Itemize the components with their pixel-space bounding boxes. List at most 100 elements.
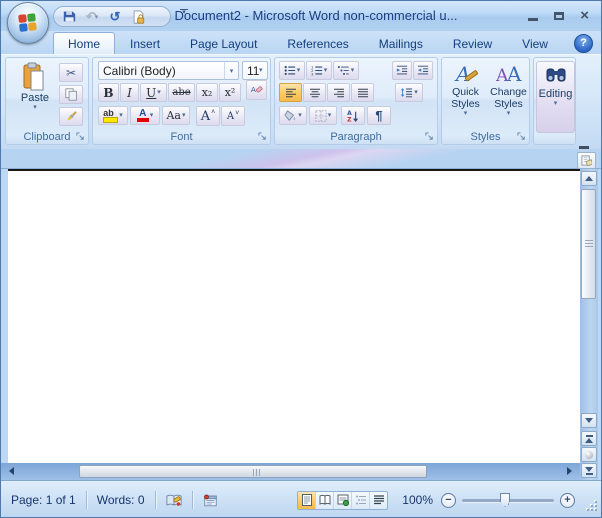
line-spacing-button[interactable]: ▾ <box>395 83 423 102</box>
font-dialog-launcher[interactable] <box>258 132 267 141</box>
format-painter-button[interactable] <box>59 107 83 126</box>
change-styles-button[interactable]: A A Change Styles ▾ <box>487 61 530 129</box>
redo-icon: ↺ <box>110 9 121 25</box>
maximize-button[interactable] <box>554 12 564 20</box>
sort-button[interactable]: A Z <box>341 106 365 125</box>
tab-references[interactable]: References <box>272 32 363 54</box>
tab-page-layout[interactable]: Page Layout <box>175 32 272 54</box>
scroll-right-button[interactable] <box>567 467 572 475</box>
window-resize-grip[interactable] <box>583 497 597 511</box>
show-hide-pilcrow-button[interactable]: ¶ <box>367 106 391 125</box>
justify-button[interactable] <box>351 83 374 102</box>
vertical-scrollbar-thumb[interactable] <box>581 189 596 299</box>
ruler-icon <box>581 155 592 166</box>
proofing-status-button[interactable] <box>162 491 186 510</box>
font-name-combobox[interactable]: Calibri (Body) ▾ <box>98 61 239 80</box>
scroll-down-button[interactable] <box>581 413 597 428</box>
cut-button[interactable]: ✂ <box>59 63 83 82</box>
undo-button[interactable]: ↶▾ <box>83 8 101 25</box>
customize-quick-access-button[interactable]: ▾ <box>179 9 189 15</box>
next-page-button[interactable] <box>581 463 597 478</box>
font-size-combobox[interactable]: 11 <box>242 61 268 80</box>
full-screen-reading-view-button[interactable] <box>316 492 334 509</box>
numbering-button[interactable]: 1 2 3 ▾ <box>306 61 332 80</box>
page-count-status[interactable]: Page: 1 of 1 <box>7 493 80 507</box>
draft-view-button[interactable] <box>370 492 387 509</box>
editing-group: Editing ▾ <box>533 57 576 145</box>
underline-button[interactable]: U ▾ <box>140 83 167 102</box>
svg-text:A: A <box>454 62 470 86</box>
ribbon-bottom-strip <box>1 149 601 169</box>
quick-access-toolbar: ↶▾ ↺ <box>53 6 171 27</box>
strikethrough-button[interactable]: abe <box>168 83 195 102</box>
web-layout-icon <box>337 494 349 506</box>
save-icon <box>63 10 76 23</box>
scroll-up-button[interactable] <box>581 171 597 186</box>
superscript-button[interactable]: x² <box>219 83 241 102</box>
shading-button[interactable]: ▾ <box>279 106 307 125</box>
align-center-button[interactable] <box>303 83 326 102</box>
tab-home[interactable]: Home <box>53 32 115 54</box>
styles-dialog-launcher[interactable] <box>517 132 526 141</box>
clipboard-dialog-launcher[interactable] <box>76 132 85 141</box>
subscript-button[interactable]: x₂ <box>196 83 218 102</box>
view-ruler-toggle-button[interactable] <box>577 152 596 169</box>
paste-button[interactable]: Paste ▾ <box>12 61 58 129</box>
change-case-dropdown-icon: ▾ <box>182 113 186 119</box>
zoom-slider[interactable] <box>462 492 554 508</box>
highlight-button[interactable]: ab ▾ <box>98 106 128 125</box>
tab-view[interactable]: View <box>507 32 563 54</box>
change-case-button[interactable]: Aa ▾ <box>162 106 190 125</box>
editing-button[interactable]: Editing ▾ <box>536 61 575 133</box>
minimize-button[interactable] <box>528 18 538 21</box>
borders-button[interactable]: ▾ <box>309 106 337 125</box>
increase-indent-button[interactable] <box>413 61 433 80</box>
grow-font-button[interactable]: A ˄ <box>196 106 220 126</box>
web-layout-view-button[interactable] <box>334 492 352 509</box>
shrink-font-button[interactable]: A ˅ <box>221 106 245 126</box>
redo-button[interactable]: ↺ <box>106 8 124 25</box>
document-permissions-button[interactable] <box>129 8 147 25</box>
arrow-up-icon <box>585 176 593 181</box>
quick-styles-button[interactable]: A Quick Styles ▾ <box>444 61 487 129</box>
bold-button[interactable]: B <box>98 83 119 102</box>
zoom-level-label[interactable]: 100% <box>398 493 437 507</box>
pilcrow-icon: ¶ <box>375 108 382 123</box>
clear-formatting-icon: A <box>250 84 263 97</box>
outline-view-button[interactable] <box>352 492 370 509</box>
horizontal-scrollbar-thumb[interactable] <box>79 465 427 478</box>
macro-recording-button[interactable] <box>199 491 223 510</box>
tab-insert[interactable]: Insert <box>115 32 175 54</box>
paragraph-dialog-launcher[interactable] <box>425 132 434 141</box>
clear-formatting-button[interactable]: A <box>246 80 267 100</box>
help-button[interactable]: ? <box>574 34 593 53</box>
previous-page-button[interactable] <box>581 431 597 446</box>
zoom-in-button[interactable]: + <box>560 493 575 508</box>
align-right-button[interactable] <box>327 83 350 102</box>
font-color-button[interactable]: A ▾ <box>130 106 160 125</box>
zoom-out-button[interactable]: − <box>441 493 456 508</box>
decrease-indent-button[interactable] <box>392 61 412 80</box>
svg-text:A: A <box>506 62 522 86</box>
select-browse-object-button[interactable] <box>581 447 597 462</box>
document-page[interactable] <box>8 169 580 463</box>
copy-button[interactable] <box>59 85 83 104</box>
close-button[interactable]: × <box>580 11 589 21</box>
font-size-value: 11 <box>243 64 267 78</box>
scroll-left-button[interactable] <box>9 467 14 475</box>
browse-object-icon <box>585 451 593 459</box>
tab-mailings[interactable]: Mailings <box>364 32 438 54</box>
office-button[interactable] <box>7 2 49 44</box>
format-painter-icon <box>65 110 78 123</box>
save-button[interactable] <box>60 8 78 25</box>
print-layout-view-button[interactable] <box>298 492 316 509</box>
bullets-button[interactable]: ▾ <box>279 61 305 80</box>
italic-button[interactable]: I <box>120 83 139 102</box>
font-color-icon: A <box>137 109 149 122</box>
multilevel-list-button[interactable]: ▾ <box>333 61 359 80</box>
align-left-button[interactable] <box>279 83 302 102</box>
tab-review[interactable]: Review <box>438 32 507 54</box>
copy-icon <box>65 88 78 101</box>
ribbon: Paste ▾ ✂ <box>1 54 601 149</box>
word-count-status[interactable]: Words: 0 <box>93 493 149 507</box>
